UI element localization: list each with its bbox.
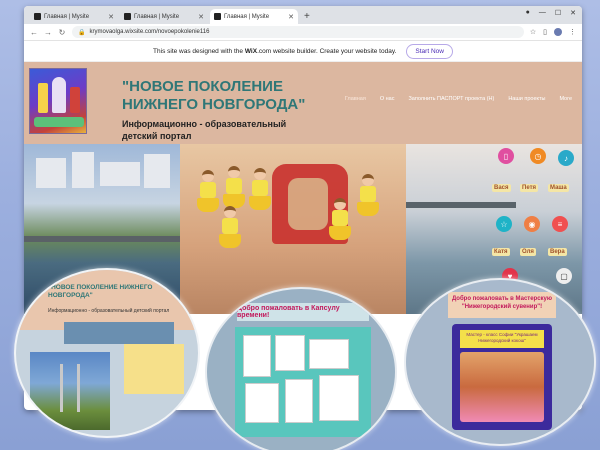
window-controls: ● — ☐ ✕ (526, 9, 576, 17)
app-label: Петя (520, 184, 539, 192)
workshop-frame: Мастер - класс Софии "Украшаем Нижегород… (452, 324, 552, 430)
close-icon[interactable]: ✕ (198, 13, 204, 21)
back-icon[interactable]: ← (30, 28, 38, 37)
wix-brand: WiX (244, 47, 258, 55)
notes-app-icon[interactable]: ≡ (552, 216, 568, 232)
zoom-bubble-home: "НОВОЕ ПОКОЛЕНИЕ НИЖНЕГО НОВГОРОДА" Инфо… (14, 268, 200, 438)
wix-banner-text: This site was designed with the WiX.com … (153, 48, 396, 55)
record-icon[interactable]: ● (526, 9, 530, 17)
bubble-note (64, 322, 174, 344)
app-label: Вася (492, 184, 511, 192)
close-window-icon[interactable]: ✕ (570, 9, 576, 17)
capsule-board (235, 327, 371, 437)
workshop-frame-label: Мастер - класс Софии "Украшаем Нижегород… (460, 330, 544, 348)
wix-favicon-icon (34, 13, 41, 20)
nav-item-passport[interactable]: Заполнить ПАСПОРТ проекта (Н) (408, 96, 494, 102)
wix-banner: This site was designed with the WiX.com … (24, 41, 582, 62)
lock-icon: 🔒 (78, 29, 86, 36)
timer-app-icon[interactable]: ◷ (530, 148, 546, 164)
address-bar: ← → ↻ 🔒 krymovaolga.wixsite.com/novoepok… (24, 24, 582, 41)
browser-tab-active[interactable]: Главная | Mysite ✕ (210, 9, 298, 24)
zoom-bubble-workshop: Добро пожаловать в Мастерскую "Нижегород… (404, 278, 596, 446)
nav-item-about[interactable]: О нас (380, 96, 395, 102)
bubble-site-subtitle: Информационно - образовательный детский … (48, 308, 170, 314)
close-icon[interactable]: ✕ (108, 13, 114, 21)
site-logo[interactable] (29, 68, 87, 134)
tab-title: Главная | Mysite (44, 13, 90, 20)
avatar[interactable] (554, 28, 562, 36)
menu-icon[interactable]: ⋮ (569, 28, 576, 36)
url-text: krymovaolga.wixsite.com/novoepokolenie11… (89, 29, 210, 35)
sidebar-icon[interactable]: ▯ (543, 28, 547, 36)
reload-icon[interactable]: ↻ (58, 28, 66, 37)
app-label: Катя (492, 248, 510, 256)
toast-app-icon[interactable]: ▢ (556, 268, 572, 284)
capsule-heading: Добро пожаловать в Капсулу времени! (237, 303, 369, 321)
nav-item-projects[interactable]: Наши проекты (508, 96, 545, 102)
nav-item-more[interactable]: More (559, 96, 572, 102)
minimize-icon[interactable]: — (539, 9, 546, 17)
camera-app-icon[interactable]: ◉ (524, 216, 540, 232)
wix-favicon-icon (124, 13, 131, 20)
star-app-icon[interactable]: ☆ (496, 216, 512, 232)
site-title: "НОВОЕ ПОКОЛЕНИЕ НИЖНЕГО НОВГОРОДА" (122, 78, 306, 113)
wix-favicon-icon (214, 13, 221, 20)
site-header: "НОВОЕ ПОКОЛЕНИЕ НИЖНЕГО НОВГОРОДА" Инфо… (24, 62, 582, 144)
browser-tab[interactable]: Главная | Mysite ✕ (120, 9, 208, 24)
site-nav: Главная О нас Заполнить ПАСПОРТ проекта … (345, 96, 572, 102)
wix-text-after: .com website builder. Create your websit… (257, 47, 397, 55)
app-label: Вера (548, 248, 567, 256)
phone-app-icon[interactable]: ▯ (498, 148, 514, 164)
url-field[interactable]: 🔒 krymovaolga.wixsite.com/novoepokolenie… (72, 26, 524, 38)
tab-bar: Главная | Mysite ✕ Главная | Mysite ✕ Гл… (24, 6, 582, 24)
site-subtitle-line2: детский портал (122, 131, 192, 141)
nav-item-home[interactable]: Главная (345, 96, 366, 102)
tab-title: Главная | Mysite (224, 13, 270, 20)
app-label: Маша (548, 184, 569, 192)
app-label: Оля (520, 248, 536, 256)
browser-tab[interactable]: Главная | Mysite ✕ (30, 9, 118, 24)
maximize-icon[interactable]: ☐ (555, 9, 561, 17)
zoom-bubble-capsule: Добро пожаловать в Капсулу времени! (205, 287, 397, 450)
tab-title: Главная | Mysite (134, 13, 180, 20)
start-now-button[interactable]: Start Now (406, 43, 453, 59)
bubble-card (124, 344, 184, 394)
bubble-site-title: "НОВОЕ ПОКОЛЕНИЕ НИЖНЕГО НОВГОРОДА" (48, 284, 153, 299)
close-icon[interactable]: ✕ (288, 13, 294, 21)
wix-text-before: This site was designed with the (153, 47, 244, 55)
toolbar-right: ☆ ▯ ⋮ (530, 28, 576, 36)
site-subtitle: Информационно - образовательный детский … (122, 118, 286, 142)
music-app-icon[interactable]: ♪ (558, 150, 574, 166)
deer-monument-photo (30, 352, 110, 430)
bookmark-star-icon[interactable]: ☆ (530, 28, 536, 36)
forward-icon[interactable]: → (44, 28, 52, 37)
site-subtitle-line1: Информационно - образовательный (122, 119, 287, 129)
new-tab-button[interactable]: + (304, 9, 310, 24)
workshop-photo (460, 352, 544, 422)
workshop-heading: Добро пожаловать в Мастерскую "Нижегород… (448, 292, 556, 318)
